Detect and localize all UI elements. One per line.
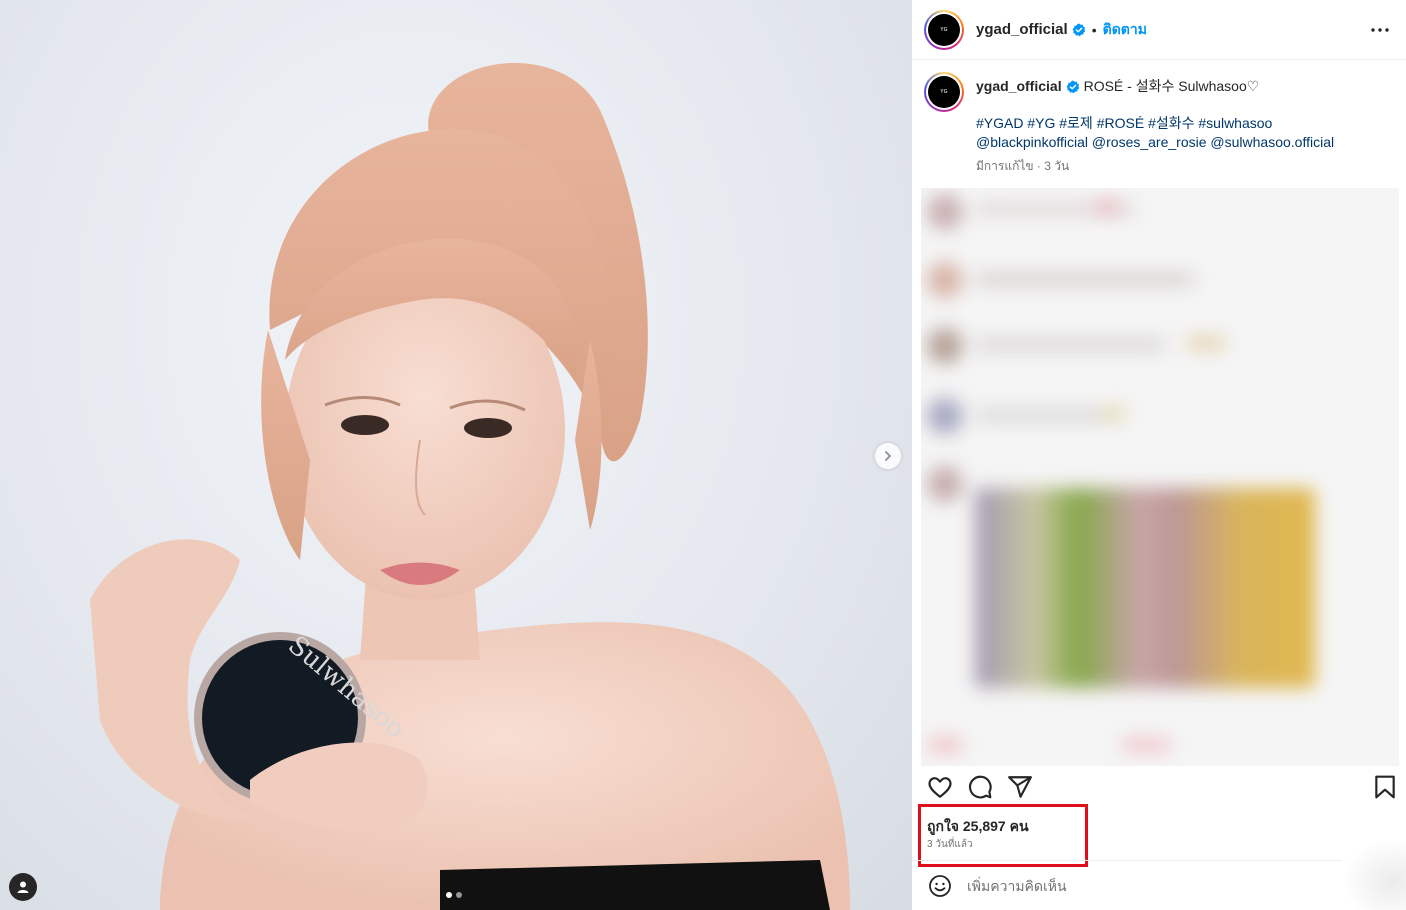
heart-icon[interactable] — [927, 774, 953, 800]
blurred-avatar — [927, 466, 963, 502]
avatar[interactable]: YG — [924, 9, 964, 50]
post-media[interactable]: Sulwhasoo — [0, 0, 912, 910]
comments-list-blurred[interactable] — [921, 188, 1399, 766]
mention-link[interactable]: @roses_are_rosie — [1092, 134, 1207, 150]
chevron-right-icon — [885, 451, 891, 461]
tagged-users-button[interactable] — [9, 873, 37, 901]
post-header: YG ygad_official • ติดตาม — [912, 0, 1406, 60]
post-caption: YG ygad_official ROSÉ - 설화수 Sulwhasoo♡ #… — [912, 60, 1406, 176]
hashtag-link[interactable]: #ROSÉ — [1097, 115, 1144, 131]
next-slide-button[interactable] — [875, 443, 901, 469]
blurred-avatar — [927, 262, 963, 298]
hashtag-link[interactable]: #sulwhasoo — [1198, 115, 1272, 131]
caption-text: ROSÉ - 설화수 Sulwhasoo♡ — [1083, 78, 1260, 94]
comment-icon[interactable] — [967, 774, 993, 800]
follow-button[interactable]: ติดตาม — [1103, 19, 1147, 41]
user-tag-icon — [17, 881, 29, 893]
blurred-comment-image — [975, 488, 1315, 688]
more-icon — [1371, 28, 1389, 32]
more-options-button[interactable] — [1368, 20, 1392, 40]
hashtag-link[interactable]: #YG — [1027, 115, 1055, 131]
caption-body: ygad_official ROSÉ - 설화수 Sulwhasoo♡ #YGA… — [976, 72, 1334, 176]
post-timestamp: 3 วันที่แล้ว — [927, 839, 973, 850]
blurred-comment — [975, 272, 1195, 286]
blurred-avatar — [927, 328, 963, 364]
likes-count[interactable]: ถูกใจ 25,897 คน — [927, 816, 1029, 838]
caption-avatar[interactable]: YG — [924, 72, 964, 112]
verified-badge-icon — [1066, 80, 1079, 93]
comment-input[interactable] — [967, 875, 1307, 897]
carousel-dot-active — [446, 892, 452, 898]
blurred-avatar — [927, 398, 963, 434]
add-comment-bar — [912, 861, 1406, 910]
bookmark-icon[interactable] — [1372, 774, 1398, 800]
caption-meta: มีการแก้ไข · 3 วัน — [976, 159, 1070, 173]
header-username[interactable]: ygad_official — [976, 21, 1068, 38]
floating-shadow — [1342, 838, 1406, 910]
blurred-avatar — [927, 194, 963, 230]
verified-badge-icon — [1072, 23, 1085, 36]
caption-avatar-text: YG — [928, 76, 960, 108]
mention-link[interactable]: @blackpinkofficial — [976, 134, 1088, 150]
hashtag-link[interactable]: #YGAD — [976, 115, 1023, 131]
carousel-indicator — [446, 892, 462, 898]
header-separator: • — [1091, 21, 1097, 38]
caption-username[interactable]: ygad_official — [976, 77, 1062, 96]
mention-link[interactable]: @sulwhasoo.official — [1210, 134, 1334, 150]
caption-hashtags: #YGAD #YG #로제 #ROSÉ #설화수 #sulwhasoo @bla… — [976, 114, 1334, 152]
blurred-comment — [975, 338, 1165, 352]
carousel-dot — [456, 892, 462, 898]
hashtag-link[interactable]: #로제 — [1059, 115, 1093, 131]
post-photo: Sulwhasoo — [90, 62, 850, 910]
post-details-panel: YG ygad_official • ติดตาม YG ygad_offici… — [912, 0, 1406, 910]
post-actions — [912, 768, 1406, 804]
avatar-text: YG — [928, 13, 960, 46]
emoji-icon[interactable] — [928, 874, 952, 898]
hashtag-link[interactable]: #설화수 — [1148, 115, 1194, 131]
share-icon[interactable] — [1007, 774, 1033, 800]
